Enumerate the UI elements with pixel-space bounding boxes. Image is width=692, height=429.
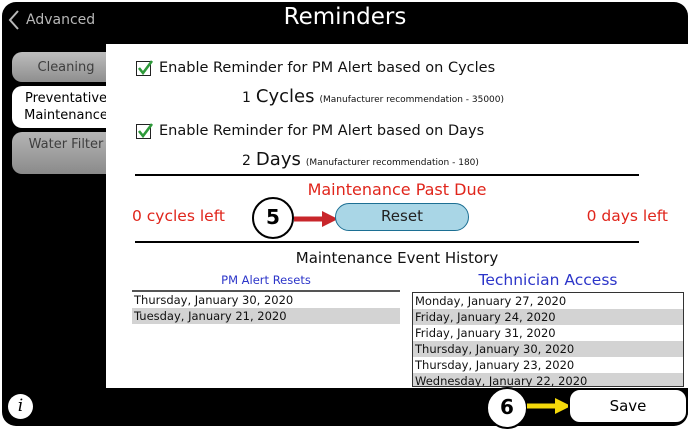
main-panel: Enable Reminder for PM Alert based on Cy…: [106, 44, 688, 388]
past-due-title: Maintenance Past Due: [307, 180, 487, 199]
info-button[interactable]: i: [8, 394, 33, 419]
technician-access-header: Technician Access: [478, 271, 618, 289]
days-value: 2: [242, 153, 251, 169]
header-bar: Advanced Reminders: [2, 2, 688, 38]
cycles-left-text: 0 cycles left: [132, 207, 225, 225]
days-reminder-label: Enable Reminder for PM Alert based on Da…: [159, 123, 485, 139]
tab-water-filter[interactable]: Water Filter: [12, 132, 120, 174]
cycles-recommendation: (Manufacturer recommendation - 35000): [319, 95, 505, 105]
days-value-row[interactable]: 2 Days (Manufacturer recommendation - 18…: [242, 149, 479, 170]
divider: [135, 241, 639, 243]
checkmark-icon: [137, 122, 154, 138]
tab-cleaning[interactable]: Cleaning: [12, 52, 120, 82]
cycles-reminder-row: Enable Reminder for PM Alert based on Cy…: [136, 59, 496, 76]
days-unit: Days: [255, 149, 301, 170]
cycles-value-row[interactable]: 1 Cycles (Manufacturer recommendation - …: [242, 86, 504, 107]
step-5-callout: 5: [252, 197, 294, 239]
list-item[interactable]: Thursday, January 30, 2020: [413, 341, 683, 357]
cycles-reminder-checkbox[interactable]: [136, 59, 154, 76]
list-item[interactable]: Wednesday, January 22, 2020: [413, 373, 683, 386]
days-reminder-row: Enable Reminder for PM Alert based on Da…: [136, 122, 485, 139]
days-reminder-checkbox[interactable]: [136, 122, 154, 139]
cycles-value: 1: [242, 90, 251, 106]
divider: [135, 174, 639, 176]
technician-access-list[interactable]: Monday, January 27, 2020 Friday, January…: [412, 292, 684, 387]
reset-button[interactable]: Reset: [335, 203, 469, 231]
arrow-right-icon: [294, 211, 338, 227]
list-item[interactable]: Thursday, January 23, 2020: [413, 357, 683, 373]
pm-resets-header: PM Alert Resets: [221, 273, 311, 287]
app-window: Advanced Reminders Cleaning Preventative…: [2, 2, 688, 426]
checkmark-icon: [137, 59, 154, 75]
tab-preventative-maintenance[interactable]: Preventative Maintenance: [12, 86, 120, 128]
list-item[interactable]: Tuesday, January 21, 2020: [132, 308, 400, 324]
page-title: Reminders: [283, 4, 407, 30]
step-6-callout: 6: [486, 387, 528, 429]
cycles-reminder-label: Enable Reminder for PM Alert based on Cy…: [159, 60, 496, 76]
save-button[interactable]: Save: [568, 388, 688, 424]
history-title: Maintenance Event History: [295, 249, 499, 267]
cycles-unit: Cycles: [255, 86, 315, 107]
days-left-text: 0 days left: [586, 207, 668, 225]
list-item[interactable]: Monday, January 27, 2020: [413, 293, 683, 309]
pm-resets-list: Thursday, January 30, 2020 Tuesday, Janu…: [132, 292, 400, 324]
list-item[interactable]: Friday, January 24, 2020: [413, 309, 683, 325]
list-item[interactable]: Thursday, January 30, 2020: [132, 292, 400, 308]
days-recommendation: (Manufacturer recommendation - 180): [305, 158, 479, 168]
arrow-right-icon: [527, 398, 571, 414]
list-item[interactable]: Friday, January 31, 2020: [413, 325, 683, 341]
